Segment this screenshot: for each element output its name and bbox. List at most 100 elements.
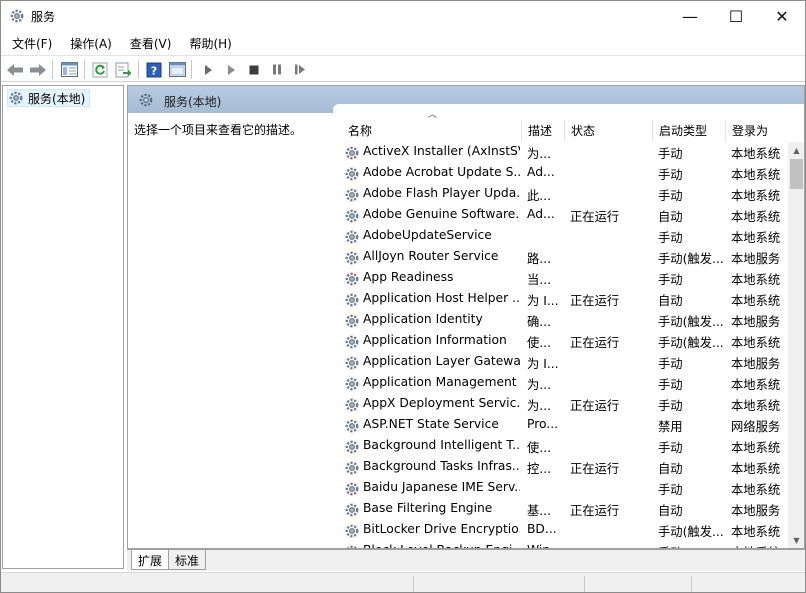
pause-service-button[interactable]	[267, 60, 287, 79]
vertical-scrollbar[interactable]: ▲ ▼	[788, 142, 804, 548]
service-row[interactable]: ActiveX Installer (AxInstSV) 为... 手动 本地系统	[333, 142, 787, 163]
description-hint: 选择一个项目来查看它的描述。	[134, 123, 303, 137]
service-log-on-as: 本地系统	[731, 189, 781, 203]
sort-ascending-icon: ︿	[428, 110, 438, 120]
view-tabs: 扩展 标准	[127, 549, 805, 571]
column-log-on-as[interactable]: 登录为	[726, 120, 788, 142]
refresh-button[interactable]	[90, 60, 110, 79]
service-startup-type: 手动	[658, 273, 683, 287]
scroll-thumb[interactable]	[790, 159, 803, 189]
service-row[interactable]: AppX Deployment Servic... 为... 正在运行 手动 本地系统	[333, 394, 787, 415]
column-status[interactable]: 状态	[565, 120, 653, 142]
service-gear-icon	[344, 250, 360, 266]
menu-action[interactable]: 操作(A)	[61, 33, 121, 54]
service-log-on-as: 本地服务	[731, 357, 781, 371]
pause-icon	[273, 64, 281, 75]
help-icon: ?	[146, 62, 162, 77]
service-name: Application Management	[363, 375, 517, 389]
service-row[interactable]: Application Host Helper ... 为 I... 正在运行 自动 本…	[333, 289, 787, 310]
service-row[interactable]: AllJoyn Router Service 路... 手动(触发... 本地服务	[333, 247, 787, 268]
service-gear-icon	[344, 166, 360, 182]
service-row[interactable]: Background Tasks Infras... 控... 正在运行 自动 本地系统	[333, 457, 787, 478]
start-service-alt-button[interactable]	[221, 60, 241, 79]
service-gear-icon	[344, 397, 360, 413]
restart-service-button[interactable]	[290, 60, 310, 79]
service-row[interactable]: Application Information 使... 正在运行 手动(触发... 本…	[333, 331, 787, 352]
service-row[interactable]: App Readiness 当... 手动 本地系统	[333, 268, 787, 289]
gear-icon	[9, 91, 23, 105]
service-description: 为...	[527, 378, 552, 392]
service-rows: ActiveX Installer (AxInstSV) 为... 手动 本地系统 Ad…	[333, 142, 787, 548]
menu-file[interactable]: 文件(F)	[3, 33, 61, 54]
service-startup-type: 手动(触发...	[658, 525, 724, 539]
forward-button[interactable]	[28, 60, 48, 79]
service-gear-icon	[344, 271, 360, 287]
column-name[interactable]: 名称	[342, 120, 522, 142]
service-log-on-as: 本地系统	[731, 399, 781, 413]
service-row[interactable]: AdobeUpdateService 手动 本地系统	[333, 226, 787, 247]
service-gear-icon	[344, 292, 360, 308]
forward-arrow-icon	[30, 63, 46, 76]
service-row[interactable]: Base Filtering Engine 基... 正在运行 自动 本地服务	[333, 499, 787, 520]
tree-item-services-local[interactable]: 服务(本地)	[7, 89, 91, 107]
properties-icon	[168, 62, 186, 77]
service-startup-type: 禁用	[658, 420, 683, 434]
service-row[interactable]: ASP.NET State Service Pro... 禁用 网络服务	[333, 415, 787, 436]
service-log-on-as: 网络服务	[731, 420, 781, 434]
service-gear-icon	[344, 229, 360, 245]
stop-service-button[interactable]	[244, 60, 264, 79]
service-row[interactable]: Application Identity 确... 手动(触发... 本地服务	[333, 310, 787, 331]
title-bar: 服务 — ☐ ✕	[1, 1, 805, 32]
tab-extended[interactable]: 扩展	[131, 550, 170, 570]
column-headers: ︿ 名称 描述 状态 启动类型 登录为	[333, 104, 804, 143]
service-startup-type: 自动	[658, 210, 683, 224]
show-console-tree-button[interactable]	[59, 60, 79, 79]
service-startup-type: 手动	[658, 441, 683, 455]
refresh-icon	[92, 62, 108, 77]
service-row[interactable]: Application Layer Gatewa... 为 I... 手动 本地服务	[333, 352, 787, 373]
start-service-button[interactable]	[198, 60, 218, 79]
export-list-button[interactable]	[113, 60, 133, 79]
service-name: ASP.NET State Service	[363, 417, 499, 431]
scroll-down-icon[interactable]: ▼	[788, 532, 804, 548]
stop-icon	[249, 65, 259, 74]
service-row[interactable]: Adobe Flash Player Upda... 此... 手动 本地系统	[333, 184, 787, 205]
column-description[interactable]: 描述	[522, 120, 565, 142]
menu-view[interactable]: 查看(V)	[121, 33, 181, 54]
pane-title: 服务(本地)	[164, 95, 222, 109]
console-tree-icon	[60, 62, 78, 77]
service-row[interactable]: Adobe Genuine Software... Ad... 正在运行 自动 本地系统	[333, 205, 787, 226]
back-button[interactable]	[5, 60, 25, 79]
tab-standard[interactable]: 标准	[168, 550, 207, 570]
service-startup-type: 手动(触发...	[658, 336, 724, 350]
maximize-icon: ☐	[728, 7, 744, 26]
gear-icon	[10, 9, 24, 23]
service-name: AppX Deployment Servic...	[363, 396, 520, 410]
service-log-on-as: 本地系统	[731, 294, 781, 308]
service-gear-icon	[344, 313, 360, 329]
service-startup-type: 手动	[658, 483, 683, 497]
service-startup-type: 手动	[658, 357, 683, 371]
minimize-button[interactable]: —	[667, 1, 713, 32]
service-row[interactable]: Application Management 为... 手动 本地系统	[333, 373, 787, 394]
service-row[interactable]: Baidu Japanese IME Serv... 手动 本地系统	[333, 478, 787, 499]
service-row[interactable]: BitLocker Drive Encryptio... BD... 手动(触发..…	[333, 520, 787, 541]
service-name: Application Information	[363, 333, 507, 347]
service-row[interactable]: Block Level Backup Engi...Win...手动本地系统	[333, 541, 787, 548]
service-gear-icon	[344, 334, 360, 350]
menu-help[interactable]: 帮助(H)	[180, 33, 240, 54]
status-bar	[1, 572, 805, 592]
service-gear-icon	[344, 187, 360, 203]
service-name: ActiveX Installer (AxInstSV)	[363, 144, 520, 158]
service-log-on-as: 本地系统	[731, 525, 781, 539]
maximize-button[interactable]: ☐	[713, 1, 759, 32]
close-button[interactable]: ✕	[759, 1, 805, 32]
service-row[interactable]: Background Intelligent T... 使... 手动 本地系统	[333, 436, 787, 457]
scroll-up-icon[interactable]: ▲	[788, 142, 804, 159]
help-button[interactable]: ?	[144, 60, 164, 79]
service-name: BitLocker Drive Encryptio...	[363, 522, 520, 536]
service-name: Adobe Flash Player Upda...	[363, 186, 520, 200]
properties-button[interactable]	[167, 60, 187, 79]
service-row[interactable]: Adobe Acrobat Update S... Ad... 手动 本地系统	[333, 163, 787, 184]
column-startup-type[interactable]: 启动类型	[653, 120, 726, 142]
